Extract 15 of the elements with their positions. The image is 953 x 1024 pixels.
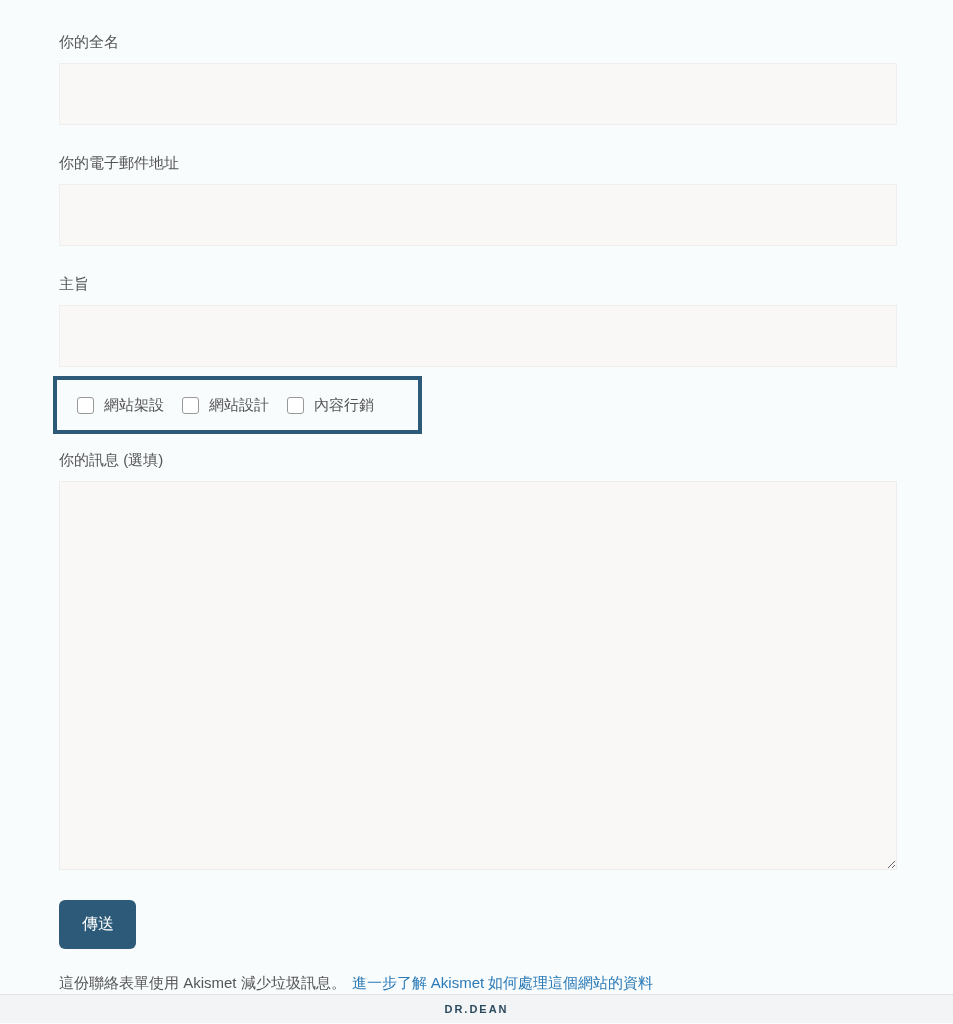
field-label: 你的訊息 (選填): [59, 450, 165, 470]
checkbox[interactable]: [287, 396, 304, 414]
checkbox[interactable]: [77, 396, 94, 414]
learn-more-link[interactable]: 進一步了解 Akismet 如何處理這個網站的資料: [351, 974, 654, 991]
field-label: 主旨: [59, 274, 90, 294]
field-label: 你的全名: [59, 32, 120, 52]
checkbox-label: 網站架設: [104, 395, 164, 415]
submit-button[interactable]: 傳送: [59, 900, 136, 949]
notice-text: 這份聯絡表單使用 Akismet 減少垃圾訊息。 進一步了解 Akismet 如何處理這個網站的資料: [59, 974, 655, 993]
field-label: 你的電子郵件地址: [59, 153, 180, 173]
checkbox-label: 內容行銷: [314, 395, 374, 415]
checkbox[interactable]: [182, 396, 199, 414]
checkbox-label: 網站設計: [209, 395, 269, 415]
message-field[interactable]: [59, 481, 897, 870]
logo[interactable]: DR.DEAN: [444, 1003, 509, 1015]
